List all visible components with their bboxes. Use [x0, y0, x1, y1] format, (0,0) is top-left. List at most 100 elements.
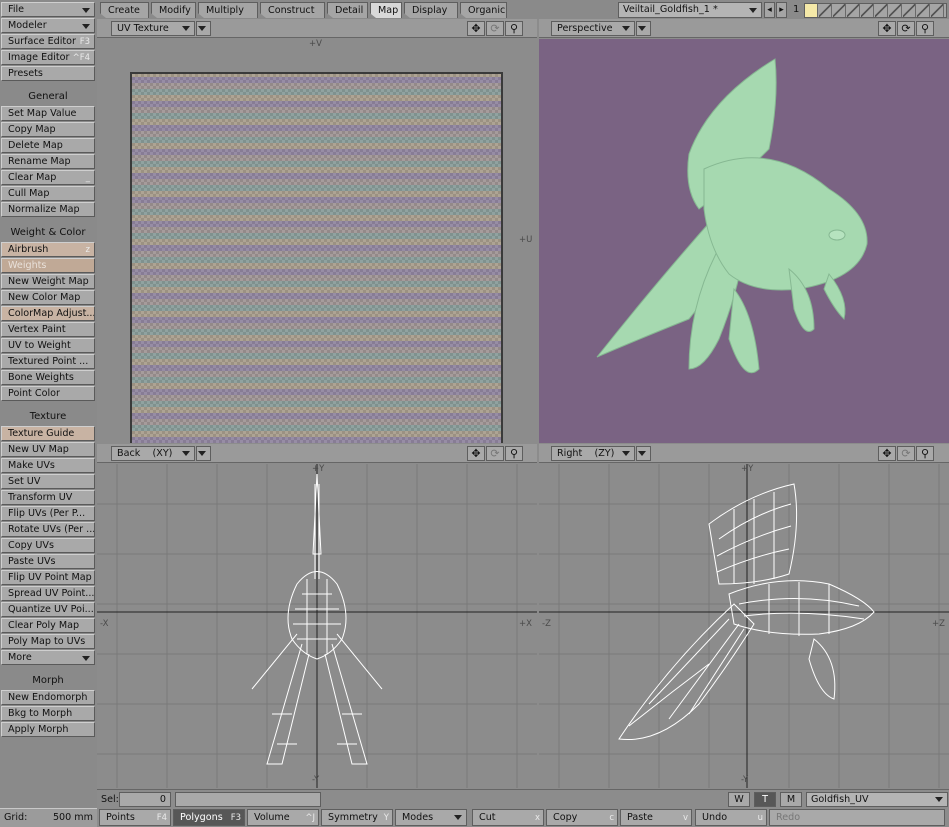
apply-morph-button[interactable]: Apply Morph: [1, 722, 95, 737]
clear-poly-map-button[interactable]: Clear Poly Map: [1, 618, 95, 633]
rotate-uvs-per-button[interactable]: Rotate UVs (Per ...: [1, 522, 95, 537]
rotate-icon[interactable]: ⟳: [897, 446, 915, 461]
paste-button[interactable]: Paste v: [620, 809, 692, 826]
mode-w-button[interactable]: W: [728, 792, 750, 807]
move-icon[interactable]: ✥: [878, 21, 896, 36]
tab-detail[interactable]: Detail: [327, 2, 368, 18]
volume-mode-button[interactable]: Volume ^J: [247, 809, 319, 826]
zoom-icon[interactable]: ⚲: [916, 21, 934, 36]
layer-cell[interactable]: [917, 4, 930, 17]
uv-viewport-canvas[interactable]: +V +U: [97, 39, 537, 443]
tab-display[interactable]: Display: [404, 2, 458, 18]
zoom-icon[interactable]: ⚲: [505, 21, 523, 36]
colormap-adjust-button[interactable]: ColorMap Adjust...: [1, 306, 95, 321]
undo-button[interactable]: Undo u: [695, 809, 767, 826]
modeler-menu[interactable]: Modeler: [1, 18, 95, 33]
uv-view-select[interactable]: UV Texture: [111, 21, 195, 36]
move-icon[interactable]: ✥: [878, 446, 896, 461]
vertex-map-select[interactable]: Goldfish_UV: [806, 792, 948, 807]
copy-button[interactable]: Copy c: [546, 809, 618, 826]
tab-modify[interactable]: Modify: [151, 2, 196, 18]
poly-map-to-uvs-button[interactable]: Poly Map to UVs: [1, 634, 95, 649]
cull-map-button[interactable]: Cull Map: [1, 186, 95, 201]
redo-button[interactable]: Redo: [769, 809, 945, 826]
textured-point-button[interactable]: Textured Point ...: [1, 354, 95, 369]
zoom-icon[interactable]: ⚲: [916, 446, 934, 461]
copy-map-button[interactable]: Copy Map: [1, 122, 95, 137]
new-weight-map-button[interactable]: New Weight Map: [1, 274, 95, 289]
prev-object-button[interactable]: ◂: [764, 2, 775, 18]
perspective-view-select[interactable]: Perspective: [551, 21, 635, 36]
cut-button[interactable]: Cut x: [472, 809, 544, 826]
rotate-icon[interactable]: ⟳: [486, 446, 504, 461]
new-endomorph-button[interactable]: New Endomorph: [1, 690, 95, 705]
layer-cell[interactable]: [847, 4, 860, 17]
flip-uv-point-map-button[interactable]: Flip UV Point Map: [1, 570, 95, 585]
layer-cell[interactable]: [931, 4, 944, 17]
layer-cell[interactable]: [805, 4, 818, 17]
rotate-icon[interactable]: ⟳: [897, 21, 915, 36]
transform-uv-button[interactable]: Transform UV: [1, 490, 95, 505]
set-uv-button[interactable]: Set UV: [1, 474, 95, 489]
new-uv-map-button[interactable]: New UV Map: [1, 442, 95, 457]
tab-organic[interactable]: Organic: [460, 2, 507, 18]
back-viewport-canvas[interactable]: +Y -Y -X +X: [97, 464, 537, 788]
vertex-paint-button[interactable]: Vertex Paint: [1, 322, 95, 337]
right-viewport-canvas[interactable]: +Y -Y -Z +Z: [539, 464, 949, 788]
weights-button[interactable]: Weights: [1, 258, 95, 273]
tab-construct[interactable]: Construct: [260, 2, 325, 18]
airbrush-button[interactable]: Airbrush z: [1, 242, 95, 257]
points-mode-button[interactable]: Points F4: [99, 809, 171, 826]
polygons-mode-button[interactable]: Polygons F3: [173, 809, 245, 826]
surface-editor-button[interactable]: Surface Editor F3: [1, 34, 95, 49]
tab-create[interactable]: Create: [100, 2, 149, 18]
image-editor-button[interactable]: Image Editor ^F4: [1, 50, 95, 65]
presets-button[interactable]: Presets: [1, 66, 95, 81]
copy-uvs-button[interactable]: Copy UVs: [1, 538, 95, 553]
zoom-icon[interactable]: ⚲: [505, 446, 523, 461]
symmetry-mode-button[interactable]: Symmetry Y: [321, 809, 393, 826]
mode-t-button[interactable]: T: [754, 792, 776, 807]
move-icon[interactable]: ✥: [467, 21, 485, 36]
uv-viewport-options[interactable]: [196, 21, 211, 36]
layer-cell[interactable]: [903, 4, 916, 17]
delete-map-button[interactable]: Delete Map: [1, 138, 95, 153]
perspective-viewport[interactable]: Perspective ✥ ⟳ ⚲: [539, 19, 949, 443]
quantize-uv-poi-button[interactable]: Quantize UV Poi...: [1, 602, 95, 617]
texture-guide-button[interactable]: Texture Guide: [1, 426, 95, 441]
next-object-button[interactable]: ▸: [776, 2, 787, 18]
mode-m-button[interactable]: M: [780, 792, 802, 807]
back-viewport-options[interactable]: [196, 446, 211, 461]
layer-cell[interactable]: [861, 4, 874, 17]
new-color-map-button[interactable]: New Color Map: [1, 290, 95, 305]
perspective-viewport-canvas[interactable]: [539, 39, 949, 443]
layer-cell[interactable]: [875, 4, 888, 17]
right-view-select[interactable]: Right (ZY): [551, 446, 635, 461]
layer-cell[interactable]: [833, 4, 846, 17]
clear-map-button[interactable]: Clear Map _: [1, 170, 95, 185]
perspective-viewport-options[interactable]: [636, 21, 651, 36]
point-color-button[interactable]: Point Color: [1, 386, 95, 401]
rotate-icon[interactable]: ⟳: [486, 21, 504, 36]
tab-map[interactable]: Map: [370, 2, 402, 18]
uv-viewport[interactable]: UV Texture ✥ ⟳ ⚲ +V +U: [97, 19, 537, 443]
bone-weights-button[interactable]: Bone Weights: [1, 370, 95, 385]
rename-map-button[interactable]: Rename Map: [1, 154, 95, 169]
more-menu[interactable]: More: [1, 650, 95, 665]
right-viewport-options[interactable]: [636, 446, 651, 461]
layer-cell[interactable]: [889, 4, 902, 17]
paste-uvs-button[interactable]: Paste UVs: [1, 554, 95, 569]
back-view-select[interactable]: Back (XY): [111, 446, 195, 461]
file-menu[interactable]: File: [1, 2, 95, 17]
object-select[interactable]: Veiltail_Goldfish_1 *: [618, 2, 762, 18]
tab-multiply[interactable]: Multiply: [198, 2, 258, 18]
flip-uvs-per-p-button[interactable]: Flip UVs (Per P...: [1, 506, 95, 521]
right-viewport[interactable]: Right (ZY) ✥ ⟳ ⚲ +Y -Y -Z +Z: [539, 444, 949, 788]
move-icon[interactable]: ✥: [467, 446, 485, 461]
modes-mode-button[interactable]: Modes: [395, 809, 467, 826]
make-uvs-button[interactable]: Make UVs: [1, 458, 95, 473]
set-map-value-button[interactable]: Set Map Value: [1, 106, 95, 121]
spread-uv-point-button[interactable]: Spread UV Point...: [1, 586, 95, 601]
layer-cell[interactable]: [819, 4, 832, 17]
back-viewport[interactable]: Back (XY) ✥ ⟳ ⚲ +Y -Y -X +X: [97, 444, 537, 788]
